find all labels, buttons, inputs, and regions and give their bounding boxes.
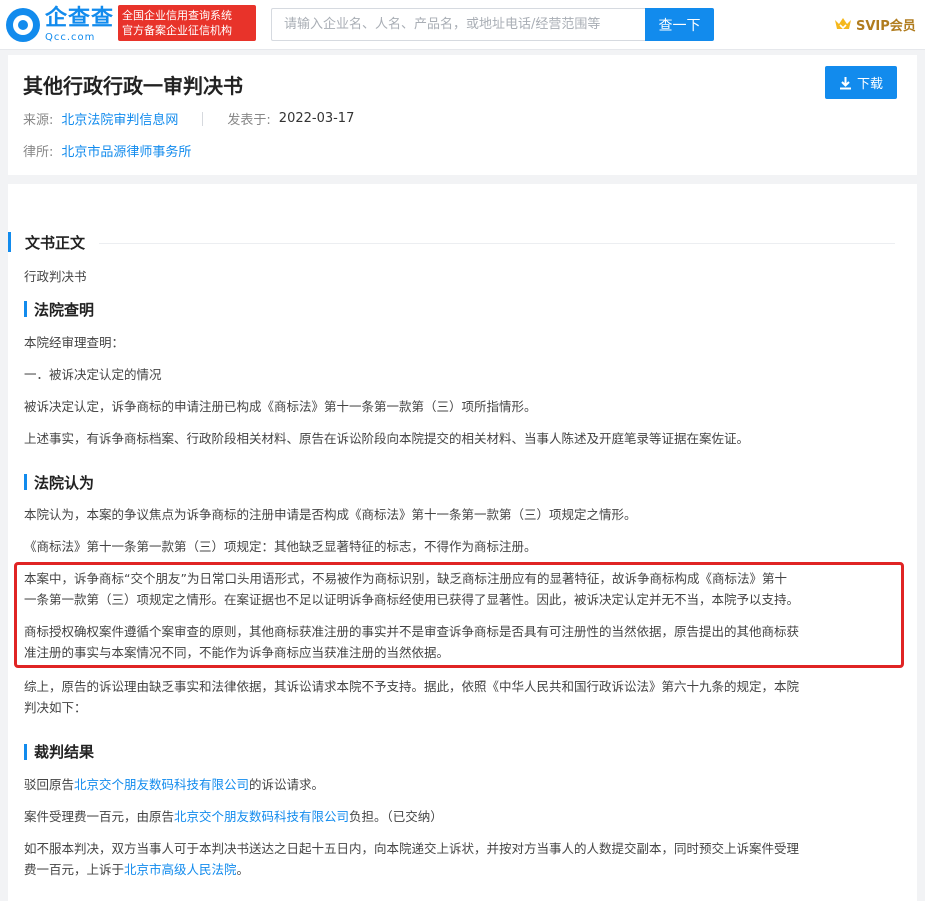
- search-input[interactable]: [271, 8, 645, 41]
- certification-badge: 全国企业信用查询系统 官方备案企业征信机构: [118, 5, 256, 41]
- plaintiff-company-link[interactable]: 北京交个朋友数码科技有限公司: [74, 777, 249, 792]
- findings-para-2: 一．被诉决定认定的情况: [24, 367, 162, 382]
- lawfirm-link[interactable]: 北京市品源律师事务所: [61, 141, 191, 160]
- opinion-para-2: 《商标法》第十一条第一款第（三）项规定：其他缺乏显著特征的标志，不得作为商标注册…: [24, 539, 537, 554]
- findings-heading: 法院查明: [34, 301, 95, 319]
- download-label: 下载: [856, 77, 883, 92]
- findings-para-4: 上述事实，有诉争商标档案、行政阶段相关材料、原告在诉讼阶段向本院提交的相关材料、…: [24, 431, 750, 446]
- opinion-para-4-line-1: 商标授权确权案件遵循个案审查的原则，其他商标获准注册的事实并不是审查诉争商标是否…: [24, 624, 800, 639]
- judgment-para-1: 驳回原告北京交个朋友数码科技有限公司的诉讼请求。: [24, 774, 324, 795]
- top-navbar: 企查查 Qcc.com 全国企业信用查询系统 官方备案企业征信机构 查一下 SV…: [0, 0, 925, 50]
- findings-para-3: 被诉决定认定，诉争商标的申请注册已构成《商标法》第十一条第一款第（三）项所指情形…: [24, 399, 537, 414]
- main-heading-marker: [8, 232, 11, 252]
- judgment-heading: 裁判结果: [34, 743, 95, 761]
- judgment-para-3: 如不服本判决，双方当事人可于本判决书送达之日起十五日内，向本院递交上诉状，并按对…: [24, 838, 799, 880]
- cert-line-2: 官方备案企业征信机构: [122, 24, 232, 37]
- opinion-para-3: 本案中，诉争商标“交个朋友”为日常口头用语形式，不易被作为商标识别，缺乏商标注册…: [24, 568, 799, 610]
- opinion-para-4-line-2: 准注册的事实与本案情况不同，不能作为诉争商标应当获准注册的当然依据。: [24, 645, 450, 660]
- download-icon: [839, 76, 851, 89]
- opinion-para-5-line-2: 判决如下：: [24, 700, 87, 715]
- opinion-para-5-line-1: 综上，原告的诉讼理由缺乏事实和法律依据，其诉讼请求本院不予支持。据此，依照《中华…: [24, 679, 800, 694]
- source-label: 来源:: [23, 113, 54, 128]
- source-row: 来源: 北京法院审判信息网 发表于: 2022-03-17: [23, 109, 354, 128]
- opinion-para-1: 本院认为，本案的争议焦点为诉争商标的注册申请是否构成《商标法》第十一条第一款第（…: [24, 507, 637, 522]
- doc-type-text: 行政判决书: [24, 269, 87, 284]
- qcc-logo-icon: [6, 8, 40, 42]
- source-link[interactable]: 北京法院审判信息网: [61, 109, 178, 128]
- published-label: 发表于:: [227, 113, 271, 128]
- document-body-card: 文书正文 行政判决书 法院查明 本院经审理查明： 一．被诉决定认定的情况 被诉决…: [8, 184, 917, 901]
- opinion-para-3-line-2: 一条第一款第（三）项规定之情形。在案证据也不足以证明诉争商标经使用已获得了显著性…: [24, 592, 800, 607]
- crown-icon: [835, 18, 851, 30]
- qcc-logo[interactable]: 企查查 Qcc.com: [6, 6, 114, 44]
- judgment-para-2-tail: 负担。（已交纳）: [349, 809, 443, 824]
- meta-divider: [202, 111, 204, 126]
- higher-court-link[interactable]: 北京市高级人民法院: [124, 862, 237, 877]
- svip-member-link[interactable]: SVIP会员: [834, 13, 916, 35]
- judgment-para-3-tail: 。: [236, 862, 250, 877]
- judgment-para-3-line-2: 费一百元，上诉于北京市高级人民法院。: [24, 859, 799, 880]
- judgment-heading-marker: [24, 744, 27, 760]
- findings-para-1: 本院经审理查明：: [24, 335, 125, 350]
- judgment-para-3-line-1: 如不服本判决，双方当事人可于本判决书送达之日起十五日内，向本院递交上诉状，并按对…: [24, 841, 800, 856]
- main-heading: 文书正文: [25, 234, 86, 252]
- download-button[interactable]: 下载: [825, 66, 897, 99]
- lawfirm-label: 律所:: [23, 145, 54, 160]
- lawfirm-row: 律所: 北京市品源律师事务所: [23, 141, 191, 160]
- document-header-card: 其他行政行政一审判决书 下载 来源: 北京法院审判信息网 发表于: 2022-0…: [8, 55, 917, 175]
- opinion-para-4: 商标授权确权案件遵循个案审查的原则，其他商标获准注册的事实并不是审查诉争商标是否…: [24, 621, 799, 663]
- opinion-heading-marker: [24, 474, 27, 490]
- judgment-para-1-text: 驳回原告: [24, 777, 75, 792]
- opinion-para-3-line-1: 本案中，诉争商标“交个朋友”为日常口头用语形式，不易被作为商标识别，缺乏商标注册…: [24, 571, 787, 586]
- cert-line-1: 全国企业信用查询系统: [122, 9, 232, 22]
- findings-heading-marker: [24, 301, 27, 317]
- heading-divider: [99, 243, 895, 244]
- search-button[interactable]: 查一下: [645, 8, 714, 41]
- judgment-para-1-tail: 的诉讼请求。: [249, 777, 325, 792]
- judgment-para-2: 案件受理费一百元，由原告北京交个朋友数码科技有限公司负担。（已交纳）: [24, 806, 443, 827]
- judgment-para-3-text: 费一百元，上诉于: [24, 862, 125, 877]
- logo-en-text: Qcc.com: [45, 31, 96, 43]
- published-date: 2022-03-17: [278, 111, 355, 126]
- plaintiff-company-link-2[interactable]: 北京交个朋友数码科技有限公司: [174, 809, 349, 824]
- document-title: 其他行政行政一审判决书: [23, 74, 243, 98]
- logo-cn-text: 企查查: [45, 5, 115, 31]
- opinion-para-5: 综上，原告的诉讼理由缺乏事实和法律依据，其诉讼请求本院不予支持。据此，依照《中华…: [24, 676, 799, 718]
- svip-label: SVIP会员: [856, 18, 916, 34]
- opinion-heading: 法院认为: [34, 474, 95, 492]
- judgment-para-2-text: 案件受理费一百元，由原告: [24, 809, 175, 824]
